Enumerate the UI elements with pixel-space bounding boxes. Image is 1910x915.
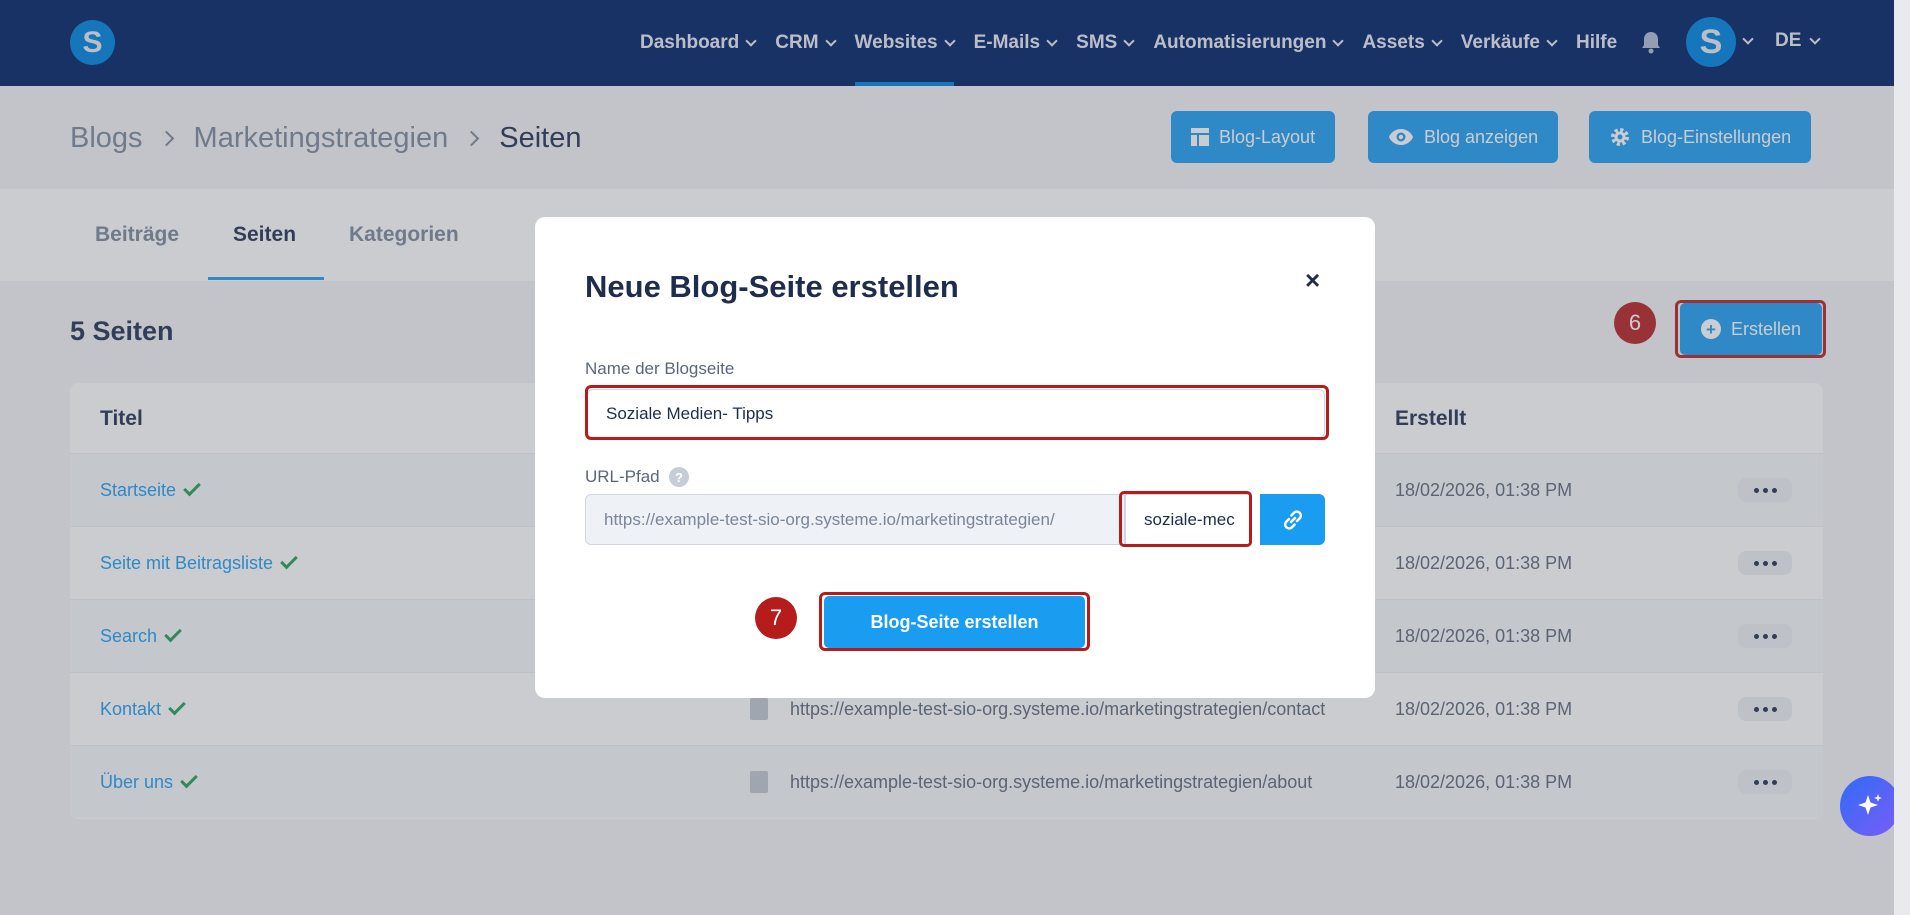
page-scrollbar[interactable] [1894, 0, 1910, 915]
highlight-slug-input [1119, 491, 1252, 547]
step-badge-submit: 7 [755, 597, 797, 639]
generate-link-button[interactable] [1260, 494, 1325, 545]
sparkle-icon [1858, 794, 1882, 815]
highlight-submit-button [819, 592, 1090, 651]
highlight-name-input [585, 385, 1329, 440]
create-blog-page-modal: Neue Blog-Seite erstellen × Name der Blo… [535, 217, 1375, 698]
help-icon[interactable]: ? [669, 467, 689, 487]
url-prefix-field: https://example-test-sio-org.systeme.io/… [585, 494, 1125, 545]
name-field-label: Name der Blogseite [585, 359, 735, 378]
ai-assistant-button[interactable] [1840, 776, 1900, 836]
modal-title: Neue Blog-Seite erstellen [585, 269, 959, 304]
modal-backdrop-nav [0, 0, 1894, 86]
url-field-label: URL-Pfad [585, 467, 660, 486]
close-icon[interactable]: × [1305, 265, 1320, 296]
link-icon [1283, 509, 1302, 530]
